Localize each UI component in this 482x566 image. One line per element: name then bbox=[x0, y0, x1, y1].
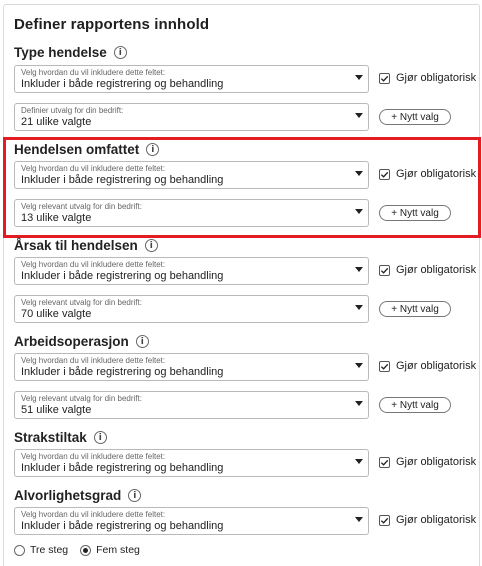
checkmark-icon bbox=[379, 514, 390, 526]
info-icon[interactable]: i bbox=[113, 46, 127, 59]
mandatory-checkbox-type-hendelse[interactable]: Gjør obligatorisk bbox=[379, 72, 476, 84]
caret-down-icon bbox=[355, 401, 363, 406]
new-option-button-type-hendelse[interactable]: + Nytt valg bbox=[379, 109, 451, 125]
include-select-strakstiltak[interactable]: Velg hvordan du vil inkludere dette felt… bbox=[14, 449, 369, 477]
radio-unselected-icon bbox=[14, 544, 25, 556]
page-title: Definer rapportens innhold bbox=[14, 16, 210, 33]
checkmark-icon bbox=[379, 456, 390, 468]
caret-down-icon bbox=[355, 459, 363, 464]
new-option-button-hendelsen-omfattet[interactable]: + Nytt valg bbox=[379, 205, 451, 221]
selection-select-arbeidsoperasjon[interactable]: Velg relevant utvalg for din bedrift: 51… bbox=[14, 391, 369, 419]
mandatory-checkbox-strakstiltak[interactable]: Gjør obligatorisk bbox=[379, 456, 476, 468]
section-heading-type-hendelse: Type hendelse i bbox=[14, 45, 127, 60]
radio-selected-icon bbox=[80, 544, 92, 556]
info-icon[interactable]: i bbox=[144, 239, 158, 252]
mandatory-checkbox-alvorlighetsgrad[interactable]: Gjør obligatorisk bbox=[379, 514, 476, 526]
checkmark-icon bbox=[379, 264, 390, 276]
info-icon[interactable]: i bbox=[135, 335, 149, 348]
section-heading-arsak-til-hendelsen: Årsak til hendelsen i bbox=[14, 238, 158, 253]
info-icon[interactable]: i bbox=[146, 143, 160, 156]
selection-select-hendelsen-omfattet[interactable]: Velg relevant utvalg for din bedrift: 13… bbox=[14, 199, 369, 227]
caret-down-icon bbox=[355, 305, 363, 310]
section-heading-arbeidsoperasjon: Arbeidsoperasjon i bbox=[14, 334, 149, 349]
caret-down-icon bbox=[355, 171, 363, 176]
radio-tre-steg[interactable]: Tre steg bbox=[14, 544, 68, 556]
caret-down-icon bbox=[355, 517, 363, 522]
section-heading-strakstiltak: Strakstiltak i bbox=[14, 430, 107, 445]
caret-down-icon bbox=[355, 267, 363, 272]
new-option-button-arbeidsoperasjon[interactable]: + Nytt valg bbox=[379, 397, 451, 413]
caret-down-icon bbox=[355, 75, 363, 80]
info-icon[interactable]: i bbox=[128, 489, 142, 502]
include-select-hendelsen-omfattet[interactable]: Velg hvordan du vil inkludere dette felt… bbox=[14, 161, 369, 189]
info-icon[interactable]: i bbox=[93, 431, 107, 444]
section-heading-alvorlighetsgrad: Alvorlighetsgrad i bbox=[14, 488, 142, 503]
new-option-button-arsak-til-hendelsen[interactable]: + Nytt valg bbox=[379, 301, 451, 317]
checkmark-icon bbox=[379, 72, 390, 84]
include-select-arsak-til-hendelsen[interactable]: Velg hvordan du vil inkludere dette felt… bbox=[14, 257, 369, 285]
caret-down-icon bbox=[355, 209, 363, 214]
radio-fem-steg[interactable]: Fem steg bbox=[80, 544, 140, 556]
caret-down-icon bbox=[355, 113, 363, 118]
checkmark-icon bbox=[379, 168, 390, 180]
severity-steps-radio-group: Tre steg Fem steg bbox=[14, 544, 152, 556]
section-heading-hendelsen-omfattet: Hendelsen omfattet i bbox=[14, 142, 160, 157]
caret-down-icon bbox=[355, 363, 363, 368]
selection-select-arsak-til-hendelsen[interactable]: Velg relevant utvalg for din bedrift: 70… bbox=[14, 295, 369, 323]
include-select-type-hendelse[interactable]: Velg hvordan du vil inkludere dette felt… bbox=[14, 65, 369, 93]
include-select-alvorlighetsgrad[interactable]: Velg hvordan du vil inkludere dette felt… bbox=[14, 507, 369, 535]
include-select-arbeidsoperasjon[interactable]: Velg hvordan du vil inkludere dette felt… bbox=[14, 353, 369, 381]
mandatory-checkbox-arbeidsoperasjon[interactable]: Gjør obligatorisk bbox=[379, 360, 476, 372]
selection-select-type-hendelse[interactable]: Definier utvalg for din bedrift: 21 ulik… bbox=[14, 103, 369, 131]
mandatory-checkbox-hendelsen-omfattet[interactable]: Gjør obligatorisk bbox=[379, 168, 476, 180]
mandatory-checkbox-arsak-til-hendelsen[interactable]: Gjør obligatorisk bbox=[379, 264, 476, 276]
checkmark-icon bbox=[379, 360, 390, 372]
